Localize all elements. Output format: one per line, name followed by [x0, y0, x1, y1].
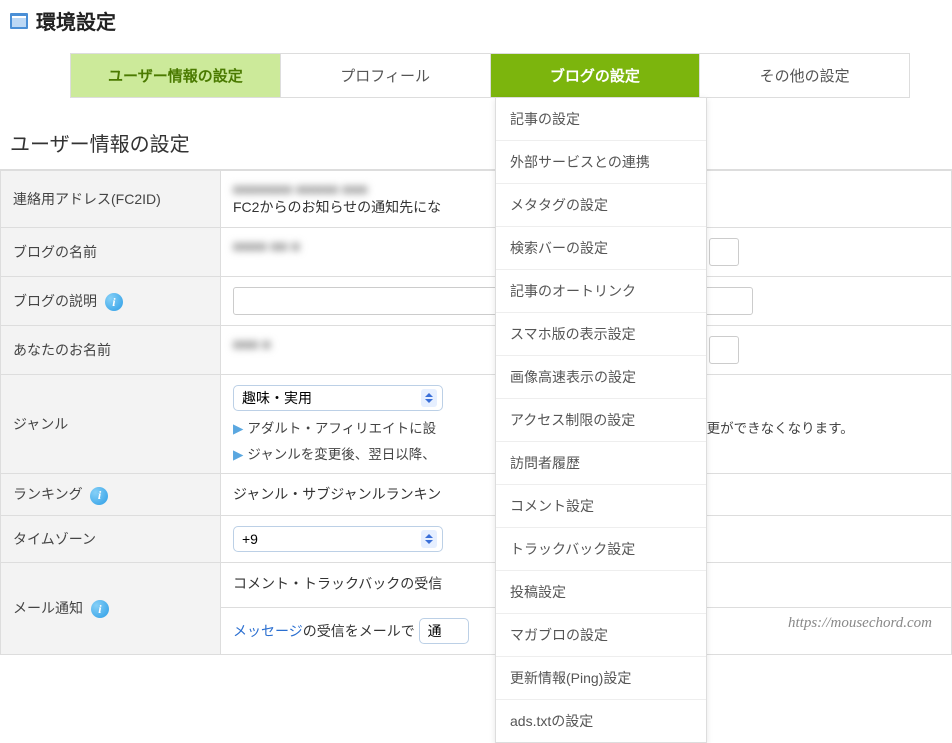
blog-name-input[interactable] — [709, 238, 739, 266]
blog-settings-dropdown: 記事の設定 外部サービスとの連携 メタタグの設定 検索バーの設定 記事のオートリ… — [495, 97, 707, 743]
label-your-name: あなたのお名前 — [1, 326, 221, 375]
dropdown-item-article-settings[interactable]: 記事の設定 — [496, 98, 706, 141]
dropdown-item-magablo[interactable]: マガブロの設定 — [496, 614, 706, 657]
dropdown-item-searchbar[interactable]: 検索バーの設定 — [496, 227, 706, 270]
label-ranking: ランキング i — [1, 474, 221, 516]
watermark: https://mousechord.com — [788, 615, 932, 632]
label-timezone: タイムゾーン — [1, 515, 221, 562]
dropdown-item-post-settings[interactable]: 投稿設定 — [496, 571, 706, 614]
page-header: 環境設定 — [0, 0, 952, 45]
genre-select[interactable]: 趣味・実用 — [233, 385, 443, 411]
timezone-select[interactable]: +9 — [233, 526, 443, 552]
tab-user-settings[interactable]: ユーザー情報の設定 — [70, 53, 281, 98]
tab-profile[interactable]: プロフィール — [281, 53, 491, 98]
dropdown-item-adstxt[interactable]: ads.txtの設定 — [496, 700, 706, 742]
mail-select[interactable]: 通 — [419, 618, 469, 644]
dropdown-item-visitor-history[interactable]: 訪問者履歴 — [496, 442, 706, 485]
info-icon[interactable]: i — [90, 487, 108, 505]
masked-your-name: ■■■ ■ — [233, 336, 313, 352]
settings-form: 連絡用アドレス(FC2ID) ■■■■■■■ ■■■■■ ■■■ FC2からのお… — [0, 170, 952, 655]
settings-window-icon — [10, 13, 28, 29]
dropdown-item-smartphone-display[interactable]: スマホ版の表示設定 — [496, 313, 706, 356]
tab-other-settings[interactable]: その他の設定 — [700, 53, 910, 98]
dropdown-item-autolink[interactable]: 記事のオートリンク — [496, 270, 706, 313]
dropdown-item-comment-settings[interactable]: コメント設定 — [496, 485, 706, 528]
info-icon[interactable]: i — [91, 600, 109, 618]
dropdown-item-trackback-settings[interactable]: トラックバック設定 — [496, 528, 706, 571]
label-contact-address: 連絡用アドレス(FC2ID) — [1, 171, 221, 228]
dropdown-item-ping-settings[interactable]: 更新情報(Ping)設定 — [496, 657, 706, 700]
masked-blog-name: ■■■■ ■■ ■ — [233, 238, 373, 254]
dropdown-item-access-restriction[interactable]: アクセス制限の設定 — [496, 399, 706, 442]
dropdown-item-external-services[interactable]: 外部サービスとの連携 — [496, 141, 706, 184]
label-genre: ジャンル — [1, 375, 221, 474]
your-name-input[interactable] — [709, 336, 739, 364]
label-mail-notify: メール通知 i — [1, 562, 221, 654]
info-icon[interactable]: i — [105, 293, 123, 311]
tabs: ユーザー情報の設定 プロフィール ブログの設定 その他の設定 — [70, 53, 910, 98]
masked-email: ■■■■■■■ ■■■■■ ■■■ — [233, 181, 368, 197]
label-blog-desc: ブログの説明 i — [1, 277, 221, 326]
contact-desc: FC2からのお知らせの通知先にな — [233, 199, 441, 215]
page-title: 環境設定 — [36, 6, 116, 35]
message-link[interactable]: メッセージ — [233, 623, 303, 639]
tab-blog-settings[interactable]: ブログの設定 — [491, 53, 701, 98]
label-blog-name: ブログの名前 — [1, 228, 221, 277]
section-title: ユーザー情報の設定 — [0, 98, 952, 170]
dropdown-item-metatag[interactable]: メタタグの設定 — [496, 184, 706, 227]
dropdown-item-image-speed[interactable]: 画像高速表示の設定 — [496, 356, 706, 399]
